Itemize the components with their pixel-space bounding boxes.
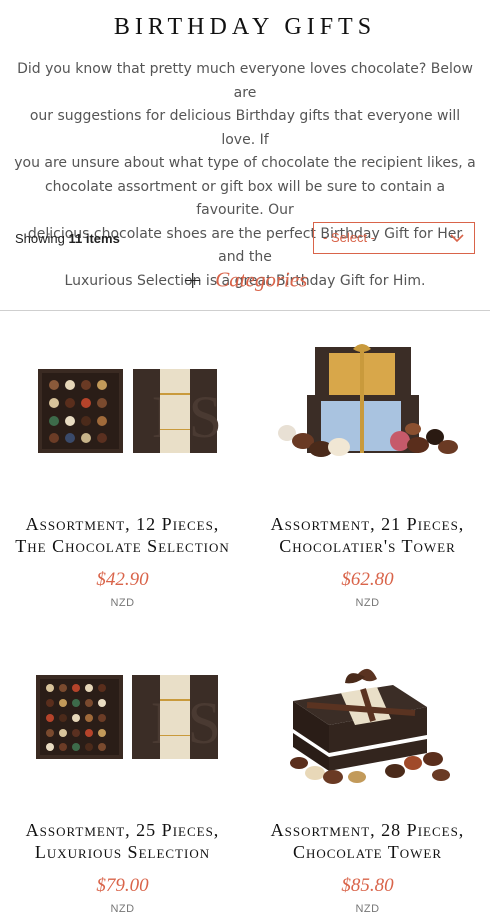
intro-paragraph: Did you know that pretty much everyone l…	[14, 58, 476, 293]
product-card[interactable]: Assortment, 28 Pieces, Chocolate Tower $…	[245, 631, 490, 915]
product-name-line: Assortment, 28 Pieces,	[270, 820, 465, 840]
product-name-line: Assortment, 21 Pieces,	[270, 514, 465, 534]
showing-prefix: Showing	[15, 231, 65, 246]
product-name[interactable]: Assortment, 25 Pieces, Luxurious Selecti…	[0, 819, 245, 863]
item-count: Showing 11 items	[15, 231, 120, 246]
product-name-line: Assortment, 25 Pieces,	[25, 820, 220, 840]
product-image[interactable]	[245, 631, 490, 801]
product-name-line: Luxurious Selection	[34, 842, 211, 862]
product-currency: NZD	[355, 903, 380, 915]
chevron-down-icon	[450, 234, 464, 243]
item-count-value: 11 items	[68, 231, 120, 246]
product-name-line: Chocolatier's Tower	[279, 536, 456, 556]
product-currency: NZD	[110, 903, 135, 915]
categories-label: Categories	[215, 267, 308, 292]
product-card[interactable]: LS Assortment, 12 Pieces, The Chocolate …	[0, 325, 245, 609]
product-name[interactable]: Assortment, 21 Pieces, Chocolatier's Tow…	[245, 513, 490, 557]
product-card[interactable]: Assortment, 21 Pieces, Chocolatier's Tow…	[245, 325, 490, 609]
categories-toggle[interactable]: + Categories	[0, 266, 490, 294]
product-name-line: Assortment, 12 Pieces,	[25, 514, 220, 534]
page-title: BIRTHDAY GIFTS	[113, 14, 377, 40]
product-price: $62.80	[341, 569, 394, 590]
product-name[interactable]: Assortment, 12 Pieces, The Chocolate Sel…	[0, 513, 245, 557]
product-price: $42.90	[96, 569, 149, 590]
product-name[interactable]: Assortment, 28 Pieces, Chocolate Tower	[245, 819, 490, 863]
product-image[interactable]: LS	[0, 325, 245, 495]
product-currency: NZD	[355, 597, 380, 609]
product-name-line: Chocolate Tower	[292, 842, 443, 862]
sort-select-value: - Select -	[323, 230, 376, 245]
product-price: $85.80	[341, 875, 394, 896]
product-name-line: The Chocolate Selection	[15, 536, 230, 556]
intro-line: chocolate assortment or gift box will be…	[44, 178, 446, 219]
product-card[interactable]: LS Assortment, 25 Pieces, Luxurious Sele…	[0, 631, 245, 915]
divider	[0, 310, 490, 311]
intro-line: you are unsure about what type of chocol…	[14, 155, 476, 171]
plus-icon: +	[182, 266, 203, 294]
product-price: $79.00	[96, 875, 149, 896]
product-currency: NZD	[110, 597, 135, 609]
product-image[interactable]: LS	[0, 631, 245, 801]
intro-line: our suggestions for delicious Birthday g…	[29, 108, 461, 148]
product-image[interactable]	[245, 325, 490, 495]
sort-select[interactable]: - Select -	[313, 222, 475, 254]
intro-line: Did you know that pretty much everyone l…	[17, 61, 473, 101]
